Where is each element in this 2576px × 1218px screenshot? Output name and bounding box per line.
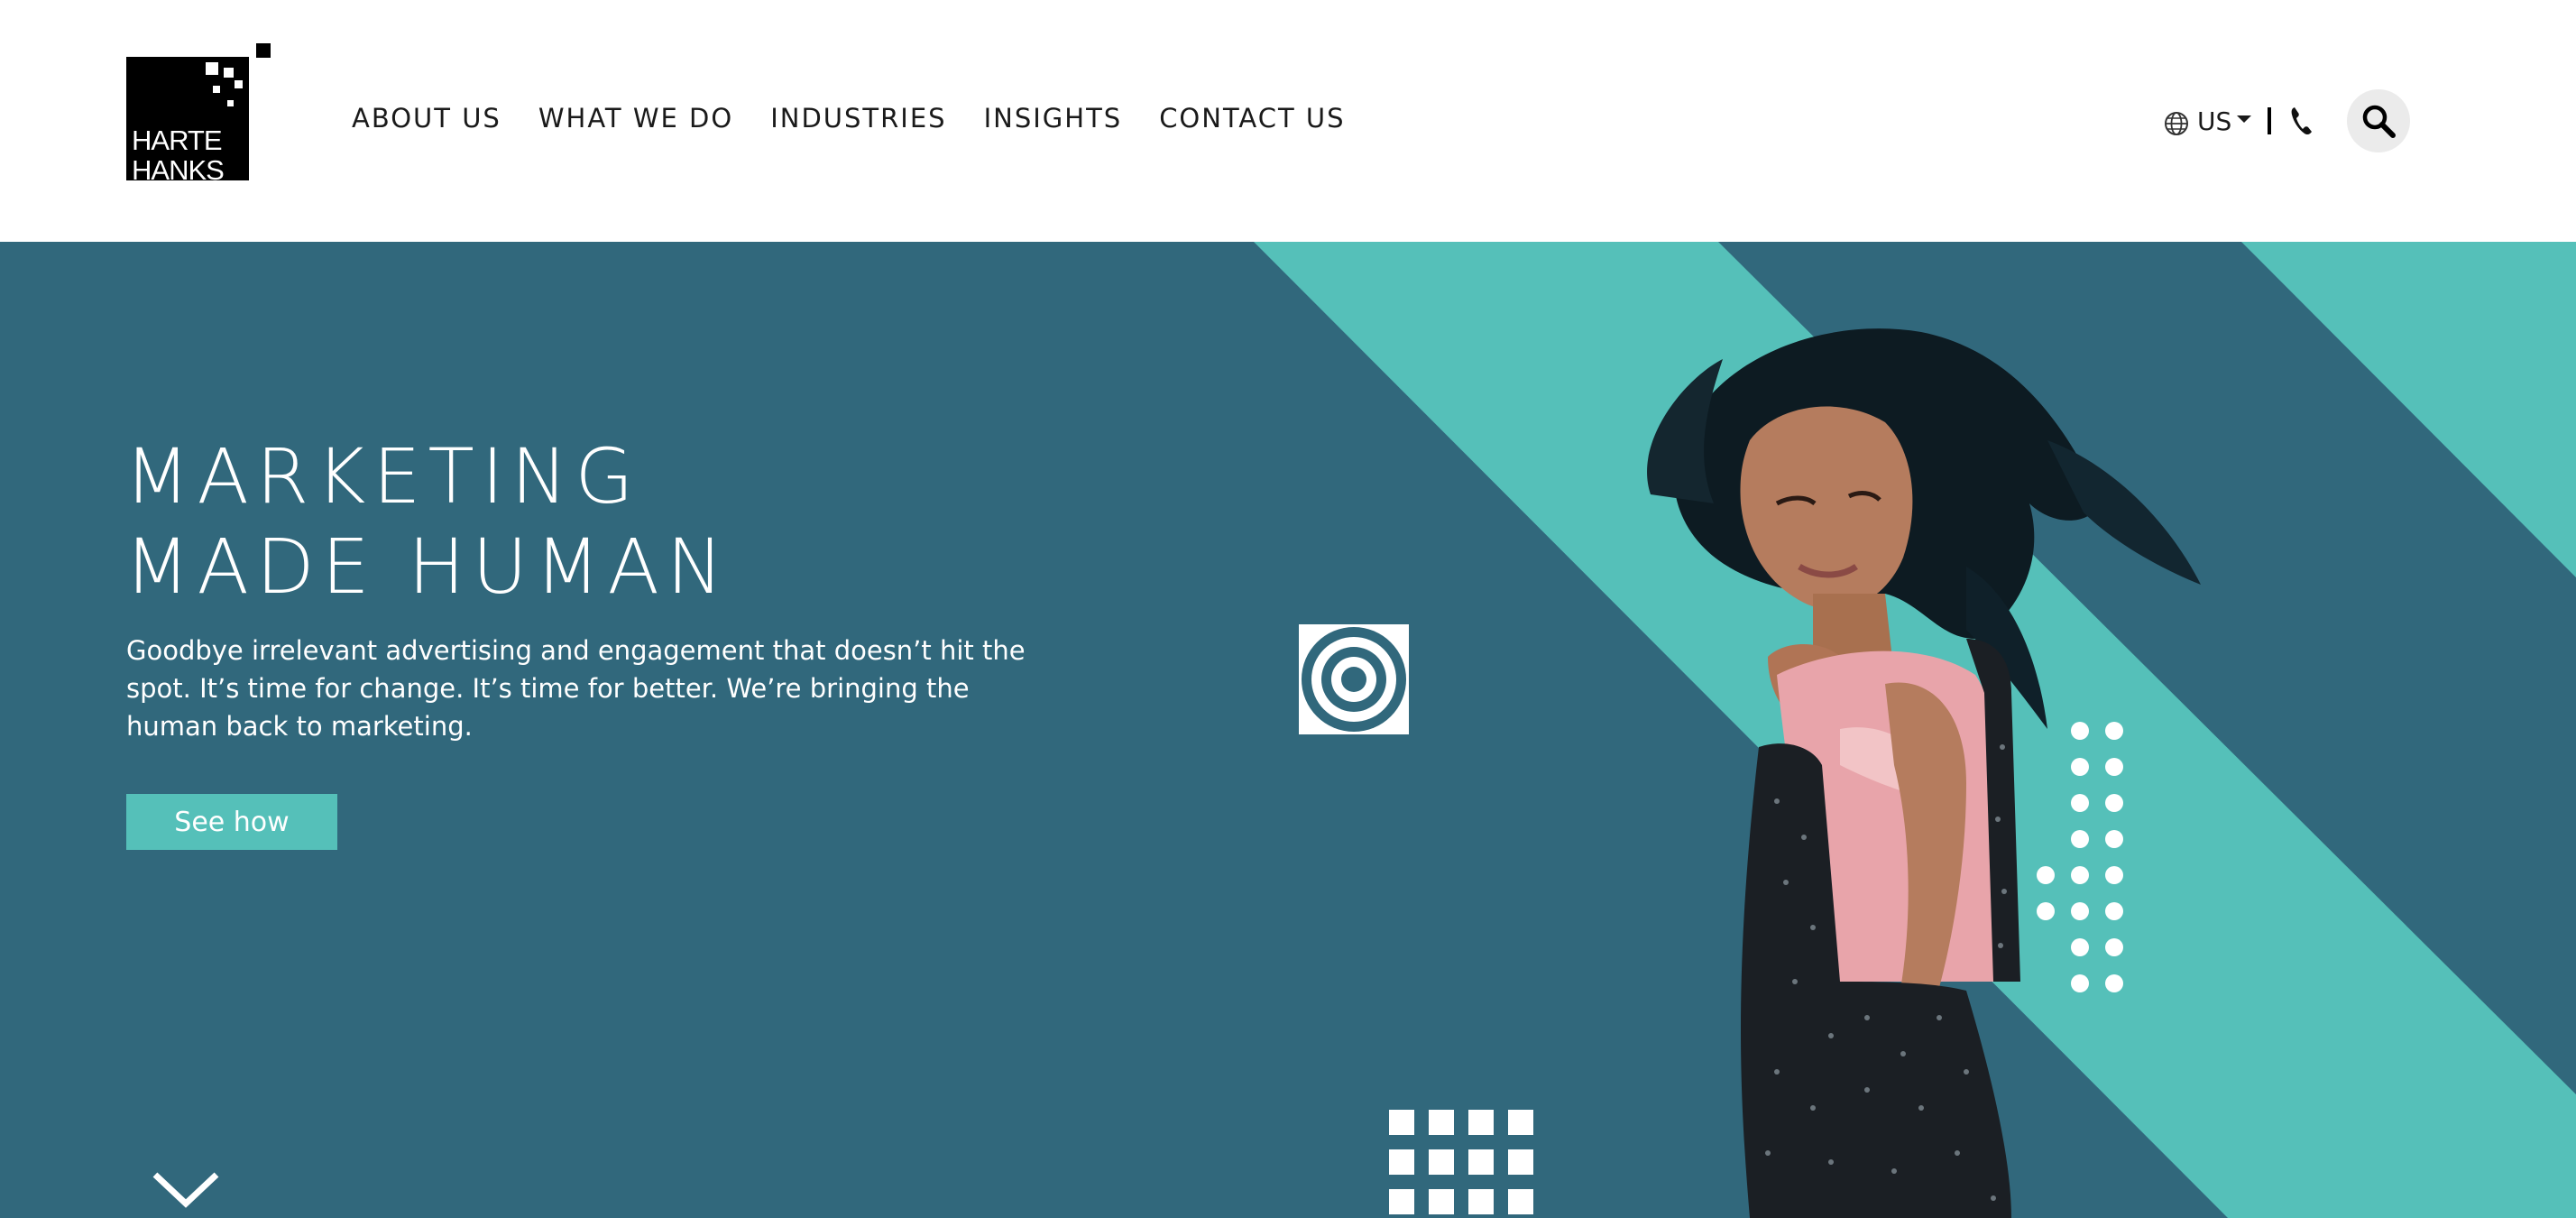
- caret-down-icon[interactable]: [2237, 115, 2252, 123]
- utility-divider: [2268, 107, 2272, 134]
- phone-icon[interactable]: [2289, 106, 2316, 136]
- logo-pixel: [213, 86, 220, 93]
- see-how-button[interactable]: See how: [126, 794, 337, 850]
- square-grid-decoration: [1389, 1110, 1533, 1214]
- search-button[interactable]: [2347, 89, 2411, 152]
- logo-pixel: [206, 62, 218, 75]
- logo-pixel: [227, 100, 234, 106]
- hero-section: MARKETING MADE HUMAN Goodbye irrelevant …: [0, 242, 2576, 1218]
- site-header: HARTE HANKS ABOUT US WHAT WE DO INDUSTRI…: [0, 0, 2576, 242]
- logo-pixel: [224, 68, 234, 78]
- logo-box: HARTE HANKS: [126, 57, 249, 185]
- target-icon: [1299, 624, 1409, 734]
- nav-item-insights[interactable]: INSIGHTS: [984, 103, 1123, 134]
- logo-line-1: HARTE: [132, 125, 223, 156]
- hero-title-line-2: MADE HUMAN: [124, 522, 731, 611]
- chevron-down-icon[interactable]: [152, 1171, 220, 1209]
- harte-hanks-logo[interactable]: HARTE HANKS: [126, 43, 272, 185]
- nav-item-contact-us[interactable]: CONTACT US: [1159, 103, 1345, 134]
- hero-title: MARKETING MADE HUMAN: [124, 431, 731, 612]
- utility-bar: US: [2163, 88, 2411, 153]
- hero-title-line-1: MARKETING: [124, 432, 641, 521]
- globe-icon[interactable]: [2163, 110, 2190, 137]
- logo-wordmark: HARTE HANKS: [132, 125, 225, 186]
- locale-selector[interactable]: US: [2197, 106, 2231, 136]
- logo-line-2: HANKS: [132, 154, 225, 186]
- nav-item-industries[interactable]: INDUSTRIES: [770, 103, 946, 134]
- teal-stripe-right: [2241, 242, 2576, 577]
- logo-corner-square: [256, 43, 271, 58]
- nav-item-what-we-do[interactable]: WHAT WE DO: [538, 103, 733, 134]
- main-nav: ABOUT US WHAT WE DO INDUSTRIES INSIGHTS …: [352, 103, 1383, 134]
- dot-grid-decoration: [2037, 722, 2123, 992]
- search-icon: [2363, 105, 2397, 138]
- nav-item-about-us[interactable]: ABOUT US: [352, 103, 501, 134]
- hero-description: Goodbye irrelevant advertising and engag…: [126, 635, 1026, 742]
- logo-pixel: [235, 80, 243, 88]
